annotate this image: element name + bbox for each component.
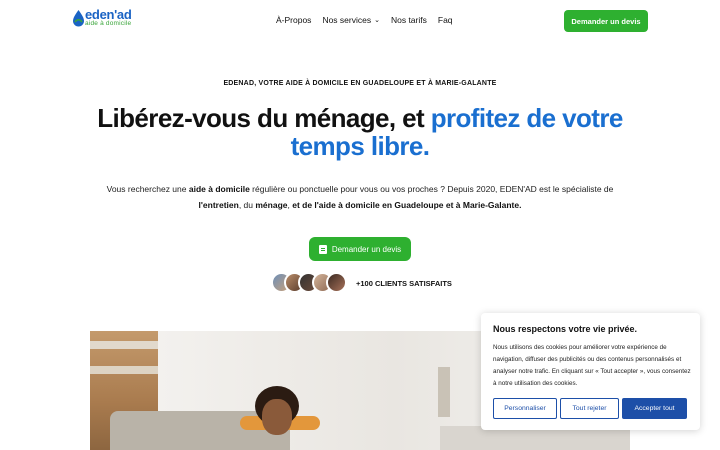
site-header: eden'ad aide à domicile À-Propos Nos ser…: [0, 0, 720, 40]
document-icon: [318, 244, 327, 254]
avatar: [326, 272, 347, 293]
cookie-banner: Nous respectons votre vie privée. Nous u…: [481, 313, 700, 430]
desc-part: , du: [238, 200, 256, 210]
hero-eyebrow: EDENAD, VOTRE AIDE À DOMICILE EN GUADELO…: [223, 80, 497, 87]
logo-subtitle: aide à domicile: [85, 20, 132, 27]
headline-black-part: Libérez-vous du ménage, et: [97, 103, 431, 133]
desc-part: régulière ou ponctuelle pour vous ou vos…: [249, 184, 614, 194]
nav-item-services[interactable]: Nos services ⌄: [322, 15, 380, 25]
cookie-title: Nous respectons votre vie privée.: [493, 324, 638, 334]
desc-part: Vous recherchez une: [106, 184, 189, 194]
desc-bold: aide à domicile: [188, 184, 250, 194]
cookie-customize-button[interactable]: Personnaliser: [493, 398, 557, 419]
cookie-accept-button[interactable]: Accepter tout: [622, 398, 687, 419]
desc-bold: ménage: [255, 200, 288, 210]
desc-bold: et de l'aide à domicile en Guadeloupe et…: [292, 200, 522, 210]
desc-bold: l'entretien: [198, 200, 239, 210]
header-quote-button[interactable]: Demander un devis: [564, 10, 648, 32]
client-avatars: [271, 272, 351, 293]
cookie-reject-button[interactable]: Tout rejeter: [560, 398, 619, 419]
clients-count: +100 CLIENTS SATISFAITS: [356, 279, 452, 288]
nav-item-services-label: Nos services: [322, 15, 372, 25]
main-nav: À-Propos Nos services ⌄ Nos tarifs Faq: [276, 15, 453, 25]
nav-item-a-propos[interactable]: À-Propos: [276, 15, 311, 25]
site-logo[interactable]: eden'ad aide à domicile: [71, 7, 133, 29]
nav-item-tarifs[interactable]: Nos tarifs: [391, 15, 427, 25]
hero-quote-button[interactable]: Demander un devis: [309, 237, 411, 261]
chevron-down-icon: ⌄: [374, 17, 380, 24]
logo-drop-icon: [73, 10, 84, 27]
hero-description: Vous recherchez une aide à domicile régu…: [90, 181, 630, 213]
hero-headline: Libérez-vous du ménage, et profitez de v…: [60, 104, 660, 160]
nav-item-faq[interactable]: Faq: [438, 15, 453, 25]
hero-quote-button-label: Demander un devis: [331, 244, 402, 254]
cookie-text: Nous utilisons des cookies pour améliore…: [493, 344, 691, 387]
